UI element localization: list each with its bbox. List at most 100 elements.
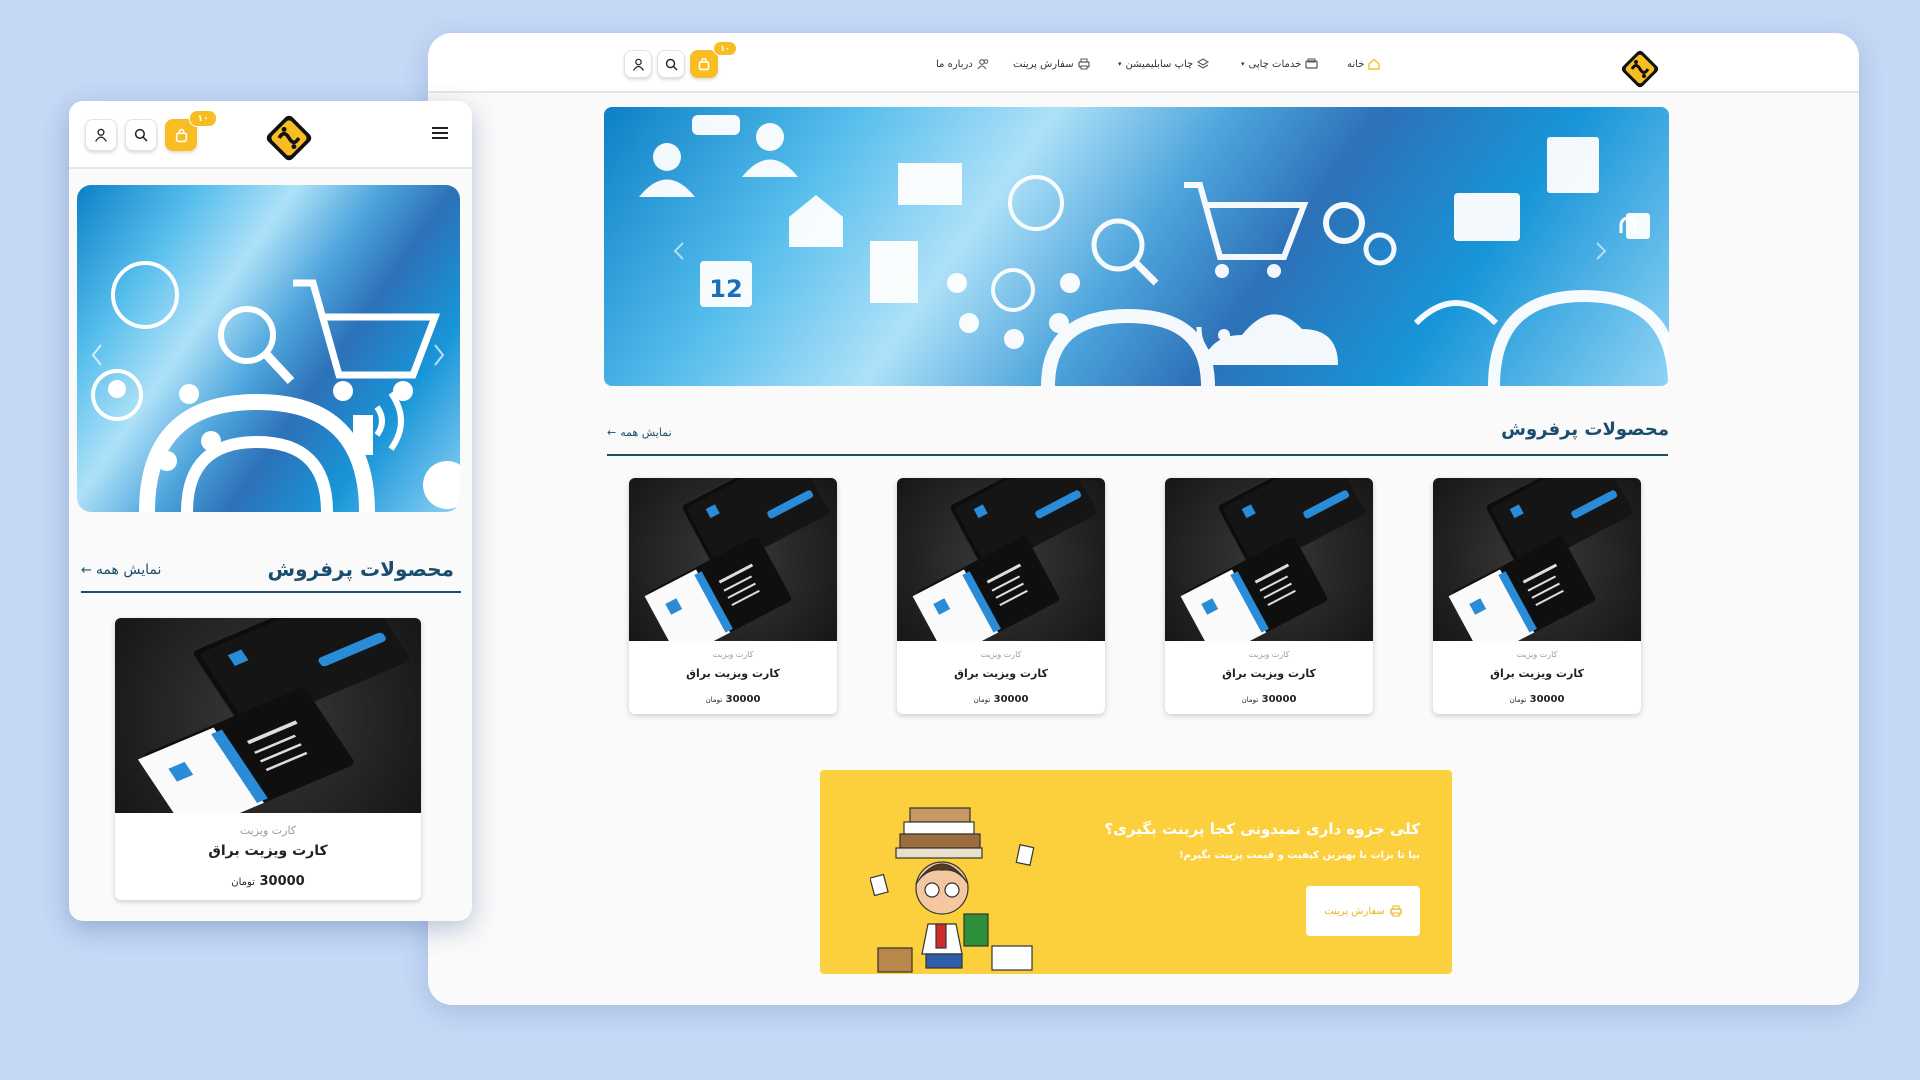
business-card-image <box>1448 478 1633 660</box>
search-button[interactable] <box>657 50 685 78</box>
price-value: 30000 <box>1261 694 1297 705</box>
currency-label: تومان <box>231 877 255 888</box>
nav-sublimation-label: چاپ سابلیمیشن <box>1125 58 1194 70</box>
nav-about[interactable]: درباره ما <box>936 58 990 70</box>
section-divider <box>81 591 461 593</box>
business-card-image <box>912 478 1097 660</box>
nav-home[interactable]: خانه <box>1347 58 1381 70</box>
nav-home-label: خانه <box>1347 58 1365 70</box>
digital-marketing-illustration <box>91 261 460 512</box>
user-icon <box>632 58 644 71</box>
product-name[interactable]: کارت ویزیت براق <box>1165 667 1373 680</box>
carousel-next-icon <box>434 344 445 366</box>
product-card[interactable]: کارت ویزیت کارت ویزیت براق 30000 تومان <box>1165 478 1373 714</box>
product-name[interactable]: کارت ویزیت براق <box>1433 667 1641 680</box>
printer-icon <box>1390 905 1402 917</box>
home-icon <box>1368 58 1381 70</box>
product-category: کارت ویزیت <box>239 824 297 837</box>
product-price: 30000 تومان <box>1165 694 1373 705</box>
shopping-bag-icon <box>698 57 710 71</box>
account-button[interactable] <box>624 50 652 78</box>
business-card-image <box>137 618 410 835</box>
nav-print-services-label: خدمات چاپی <box>1248 58 1302 70</box>
promo-banner: کلی جزوه داری نمیدونی کجا پرینت بگیری؟ ب… <box>820 770 1452 974</box>
desktop-window: خانه خدمات چاپی ▾ چاپ سابلیمیشن ▾ سفارش … <box>428 33 1859 1005</box>
arrow-left-icon: ← <box>81 562 92 578</box>
nav-about-label: درباره ما <box>936 58 973 70</box>
nav-print-services[interactable]: خدمات چاپی ▾ <box>1241 58 1318 70</box>
cart-count-badge: ۱۰ <box>713 41 737 56</box>
product-price: 30000 تومان <box>1433 694 1641 705</box>
student-with-papers-illustration <box>870 807 1035 973</box>
carousel-prev-icon <box>673 242 684 260</box>
currency-label: تومان <box>1509 696 1527 704</box>
price-value: 30000 <box>725 694 761 705</box>
promo-order-button-label: سفارش پرینت <box>1324 905 1385 917</box>
currency-label: تومان <box>1241 696 1259 704</box>
product-category: کارت ویزیت <box>1248 650 1290 659</box>
mobile-window: ۱۰ محصولات پرفروش نمایش همه ← کارت ویزیت… <box>69 101 472 921</box>
layers-icon <box>1197 58 1210 69</box>
business-card-image <box>644 478 829 660</box>
product-card[interactable]: کارت ویزیت کارت ویزیت براق 30000 تومان <box>1433 478 1641 714</box>
search-button[interactable] <box>125 119 157 151</box>
nav-sublimation[interactable]: چاپ سابلیمیشن ▾ <box>1118 58 1210 70</box>
product-price: 30000 تومان <box>115 874 421 889</box>
users-icon <box>977 59 989 70</box>
digital-marketing-illustration: 12 <box>639 115 1669 386</box>
product-name[interactable]: کارت ویزیت براق <box>629 667 837 680</box>
desktop-header: خانه خدمات چاپی ▾ چاپ سابلیمیشن ▾ سفارش … <box>428 33 1859 93</box>
promo-subtext: بیا تا برات با بهترین کیفیت و قیمت پرینت… <box>1179 850 1420 861</box>
hamburger-menu-button[interactable] <box>429 123 451 143</box>
site-logo[interactable] <box>1618 47 1662 91</box>
mobile-header: ۱۰ <box>69 101 472 169</box>
product-name[interactable]: کارت ویزیت براق <box>897 667 1105 680</box>
product-image[interactable] <box>115 618 421 835</box>
product-image[interactable] <box>1433 478 1641 660</box>
mobile-hero-banner[interactable] <box>77 185 460 512</box>
price-value: 30000 <box>259 874 305 889</box>
carousel-next-icon <box>1596 242 1607 260</box>
currency-label: تومان <box>705 696 723 704</box>
cart-count-badge: ۱۰ <box>189 110 217 127</box>
product-name[interactable]: کارت ویزیت براق <box>115 843 421 859</box>
cart-button[interactable] <box>690 50 718 78</box>
product-image[interactable] <box>1165 478 1373 660</box>
calendar-date-text: 12 <box>709 275 742 303</box>
search-icon <box>665 58 677 70</box>
nav-order-print[interactable]: سفارش پرینت <box>1013 58 1090 70</box>
business-card-image <box>1180 478 1365 660</box>
product-category: کارت ویزیت <box>980 650 1022 659</box>
mobile-site-logo[interactable] <box>259 111 319 165</box>
account-button[interactable] <box>85 119 117 151</box>
product-card[interactable]: کارت ویزیت کارت ویزیت براق 30000 تومان <box>897 478 1105 714</box>
see-all-link[interactable]: نمایش همه ← <box>81 562 161 578</box>
section-divider <box>607 454 1668 456</box>
arrow-left-icon: ← <box>607 426 617 439</box>
chevron-down-icon: ▾ <box>1118 60 1122 68</box>
nav-order-print-label: سفارش پرینت <box>1013 58 1074 70</box>
see-all-label: نمایش همه <box>95 562 162 578</box>
product-card[interactable]: کارت ویزیت کارت ویزیت براق 30000 تومان <box>629 478 837 714</box>
logo-icon <box>1621 50 1659 88</box>
price-value: 30000 <box>1529 694 1565 705</box>
product-price: 30000 تومان <box>629 694 837 705</box>
bestsellers-title: محصولات پرفروش <box>267 557 454 581</box>
product-category: کارت ویزیت <box>712 650 754 659</box>
chevron-down-icon: ▾ <box>1241 60 1245 68</box>
price-value: 30000 <box>993 694 1029 705</box>
product-image[interactable] <box>629 478 837 660</box>
search-icon <box>134 128 148 142</box>
see-all-label: نمایش همه <box>620 426 672 439</box>
promo-order-button[interactable]: سفارش پرینت <box>1306 886 1420 936</box>
carousel-prev-icon <box>91 344 102 366</box>
bestsellers-title: محصولات پرفروش <box>1501 419 1669 440</box>
product-image[interactable] <box>897 478 1105 660</box>
product-category: کارت ویزیت <box>1516 650 1558 659</box>
product-card[interactable]: کارت ویزیت کارت ویزیت براق 30000 تومان <box>115 618 421 900</box>
logo-icon <box>266 115 312 161</box>
promo-heading: کلی جزوه داری نمیدونی کجا پرینت بگیری؟ <box>1104 820 1420 838</box>
hero-banner[interactable]: 12 <box>604 107 1669 386</box>
hamburger-icon <box>432 127 448 139</box>
see-all-link[interactable]: نمایش همه ← <box>607 426 672 439</box>
